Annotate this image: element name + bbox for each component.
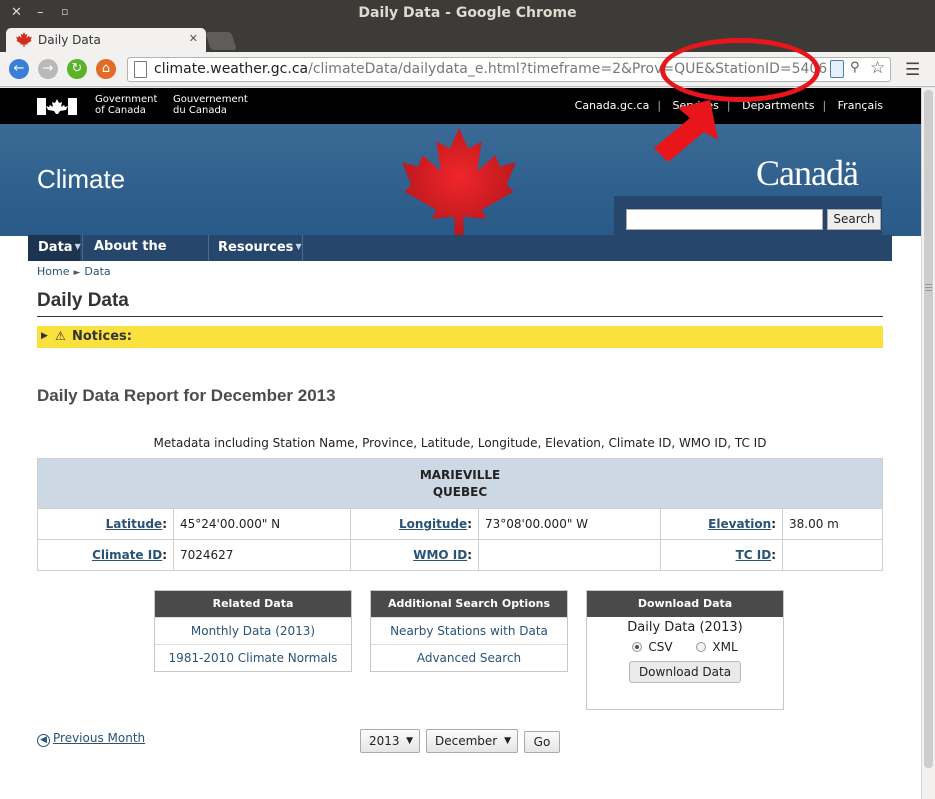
wmo-id-value: [478, 539, 661, 571]
related-data-header: Related Data: [155, 591, 351, 617]
station-metadata-table: MARIEVILLE QUEBEC Latitude: 45°24'00.000"…: [37, 458, 883, 571]
related-data-panel: Related Data Monthly Data (2013) 1981-20…: [154, 590, 352, 672]
metadata-caption: Metadata including Station Name, Provinc…: [153, 436, 767, 450]
menu-data[interactable]: Data ▼: [28, 235, 81, 261]
previous-month-link[interactable]: ◀ Previous Month: [37, 731, 145, 747]
longitude-value: 73°08'00.000" W: [478, 508, 661, 540]
link-canada-gc-ca[interactable]: Canada.gc.ca: [575, 99, 650, 112]
forward-arrow-icon[interactable]: →: [38, 59, 58, 79]
search-icon[interactable]: ⚲: [850, 60, 860, 75]
canada-flag-icon: [37, 98, 77, 115]
title-divider: [37, 316, 883, 317]
reload-icon[interactable]: ↻: [67, 59, 87, 79]
breadcrumb-home[interactable]: Home: [37, 265, 69, 278]
new-tab-button[interactable]: [205, 32, 237, 50]
monthly-data-link[interactable]: Monthly Data (2013): [155, 617, 351, 644]
link-francais[interactable]: Français: [838, 99, 883, 112]
download-subtitle: Daily Data (2013): [627, 620, 743, 635]
site-name[interactable]: Climate: [37, 164, 125, 195]
notices-bar[interactable]: ▶ ⚠ Notices:: [37, 326, 883, 348]
chevron-down-icon: ▼: [406, 736, 413, 746]
breadcrumb: Home ► Data: [37, 265, 111, 278]
canada-wordmark: Canadä: [756, 153, 859, 193]
breadcrumb-data[interactable]: Data: [84, 265, 110, 278]
browser-tab[interactable]: Daily Data ✕: [6, 28, 206, 52]
climate-id-link[interactable]: Climate ID: [92, 548, 162, 562]
warning-icon: ⚠: [55, 329, 66, 343]
latitude-value: 45°24'00.000" N: [173, 508, 351, 540]
chevron-down-icon: ▼: [504, 736, 511, 746]
menu-resources[interactable]: Resources ▼: [208, 235, 302, 261]
tab-close-icon[interactable]: ✕: [189, 32, 198, 45]
document-icon[interactable]: [830, 60, 844, 78]
station-name-cell: MARIEVILLE QUEBEC: [37, 458, 883, 509]
search-options-header: Additional Search Options: [371, 591, 567, 617]
download-data-panel: Download Data Daily Data (2013) CSV XML …: [586, 590, 784, 710]
search-input[interactable]: [626, 209, 823, 230]
window-titlebar: ✕ – ▫ Daily Data - Google Chrome: [0, 0, 935, 26]
arrow-left-circle-icon: ◀: [37, 734, 50, 747]
advanced-search-link[interactable]: Advanced Search: [371, 644, 567, 671]
download-data-button[interactable]: Download Data: [629, 661, 741, 683]
notices-label: Notices:: [72, 329, 132, 344]
chrome-menu-icon[interactable]: ☰: [905, 60, 920, 80]
search-button[interactable]: Search: [827, 209, 881, 230]
go-button[interactable]: Go: [524, 731, 560, 753]
site-search: Search: [614, 196, 882, 236]
climate-id-value: 7024627: [173, 539, 351, 571]
tab-title: Daily Data: [38, 33, 101, 47]
back-arrow-icon[interactable]: ←: [9, 59, 29, 79]
latitude-link[interactable]: Latitude: [106, 517, 163, 531]
nearby-stations-link[interactable]: Nearby Stations with Data: [371, 617, 567, 644]
page-icon: [134, 61, 147, 78]
page-gutter-right: [892, 236, 921, 799]
year-select[interactable]: 2013 ▼: [360, 729, 420, 753]
xml-label: XML: [712, 640, 738, 654]
csv-radio[interactable]: [632, 642, 643, 652]
menu-about-the-data[interactable]: About the Data▼: [84, 235, 206, 279]
month-select[interactable]: December ▼: [426, 729, 518, 753]
csv-label: CSV: [648, 640, 673, 654]
elevation-value: 38.00 m: [782, 508, 883, 540]
xml-radio[interactable]: [696, 642, 707, 652]
annotation-arrow-icon: [654, 100, 718, 162]
wmo-id-link[interactable]: WMO ID: [413, 548, 467, 562]
gov-name-french: Gouvernement du Canada: [173, 94, 248, 116]
tc-id-value: [782, 539, 883, 571]
download-data-header: Download Data: [587, 591, 783, 617]
tc-id-link[interactable]: TC ID: [736, 548, 772, 562]
search-options-panel: Additional Search Options Nearby Station…: [370, 590, 568, 672]
scrollbar-thumb[interactable]: [924, 90, 933, 768]
window-title: Daily Data - Google Chrome: [358, 5, 577, 21]
climate-normals-link[interactable]: 1981-2010 Climate Normals: [155, 644, 351, 671]
expand-triangle-icon: ▶: [41, 331, 48, 341]
gov-name-english: Government of Canada: [95, 94, 158, 116]
elevation-link[interactable]: Elevation: [708, 517, 771, 531]
maple-leaf-icon: [402, 128, 516, 236]
site-header: Climate Canadä Search: [0, 124, 921, 236]
vertical-scrollbar[interactable]: [921, 88, 935, 799]
annotation-ellipse: [660, 38, 820, 102]
longitude-link[interactable]: Longitude: [399, 517, 467, 531]
home-icon[interactable]: ⌂: [96, 59, 116, 79]
page-gutter-left: [0, 236, 28, 799]
page-title: Daily Data: [37, 290, 129, 311]
report-title: Daily Data Report for December 2013: [37, 386, 336, 405]
bookmark-star-icon[interactable]: ☆: [870, 58, 885, 78]
main-menu: Data▼ About the Data▼ Resources▼: [28, 235, 892, 279]
maple-leaf-favicon-icon: [16, 32, 32, 47]
